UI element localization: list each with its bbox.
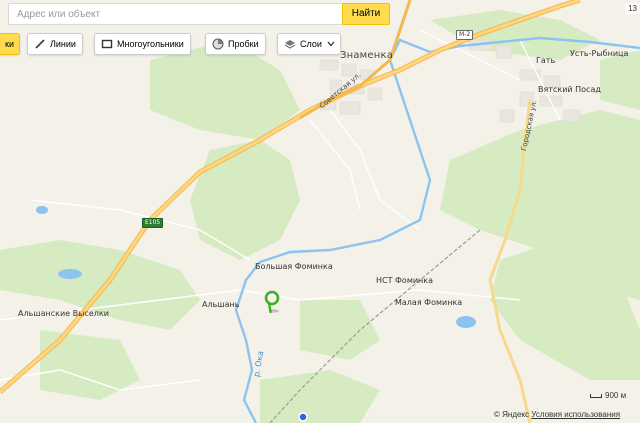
layers-icon [284, 40, 296, 49]
label-gat: Гать [536, 56, 556, 65]
route-shield-e105: E105 [142, 218, 164, 228]
line-tool-icon [35, 39, 45, 49]
polygon-tool-icon [101, 39, 113, 49]
label-vyatskiy-posad: Вятский Посад [538, 85, 601, 94]
copyright-yandex: © Яндекс [494, 410, 530, 419]
toolbar-button-lines[interactable]: Линии [27, 33, 83, 55]
search-placeholder: Адрес или объект [17, 9, 101, 20]
scale-ruler-icon [590, 393, 602, 398]
toolbar-markers-label: ки [5, 39, 14, 49]
label-bolshaya-fominka: Большая Фоминка [255, 262, 333, 271]
scale-bar: 900 м [590, 391, 626, 400]
route-shield-m2: М-2 [456, 30, 474, 40]
label-ust-rybnitsa: Усть-Рыбница [570, 49, 629, 58]
toolbar-button-polygons[interactable]: Многоугольники [94, 33, 191, 55]
copyright: © Яндекс Условия использования [494, 410, 620, 419]
label-znamenka: Знаменка [340, 50, 394, 61]
toolbar-button-markers[interactable]: ки [0, 33, 20, 55]
traffic-icon [212, 38, 224, 50]
toolbar-lines-label: Линии [50, 39, 76, 49]
map-dot-icon [298, 412, 308, 422]
terms-link[interactable]: Условия использования [531, 410, 620, 419]
toolbar-button-layers[interactable]: Слои [277, 33, 341, 55]
top-right-label: 13 [625, 3, 640, 14]
chevron-down-icon [327, 41, 335, 47]
label-alshanskie-vyselki: Альшанские Выселки [18, 309, 109, 318]
label-alshan: Альшань [202, 300, 240, 309]
find-button[interactable]: Найти [342, 3, 390, 25]
toolbar-layers-label: Слои [300, 39, 322, 49]
scale-label: 900 м [605, 391, 627, 400]
location-pin-icon[interactable] [264, 290, 280, 314]
search-input[interactable]: Адрес или объект [8, 3, 384, 25]
toolbar-traffic-label: Пробки [228, 39, 259, 49]
label-nst-fominka: НСТ Фоминка [376, 276, 434, 285]
toolbar-polygons-label: Многоугольники [117, 39, 184, 49]
toolbar-button-traffic[interactable]: Пробки [205, 33, 266, 55]
label-malaya-fominka: Малая Фоминка [395, 298, 463, 307]
